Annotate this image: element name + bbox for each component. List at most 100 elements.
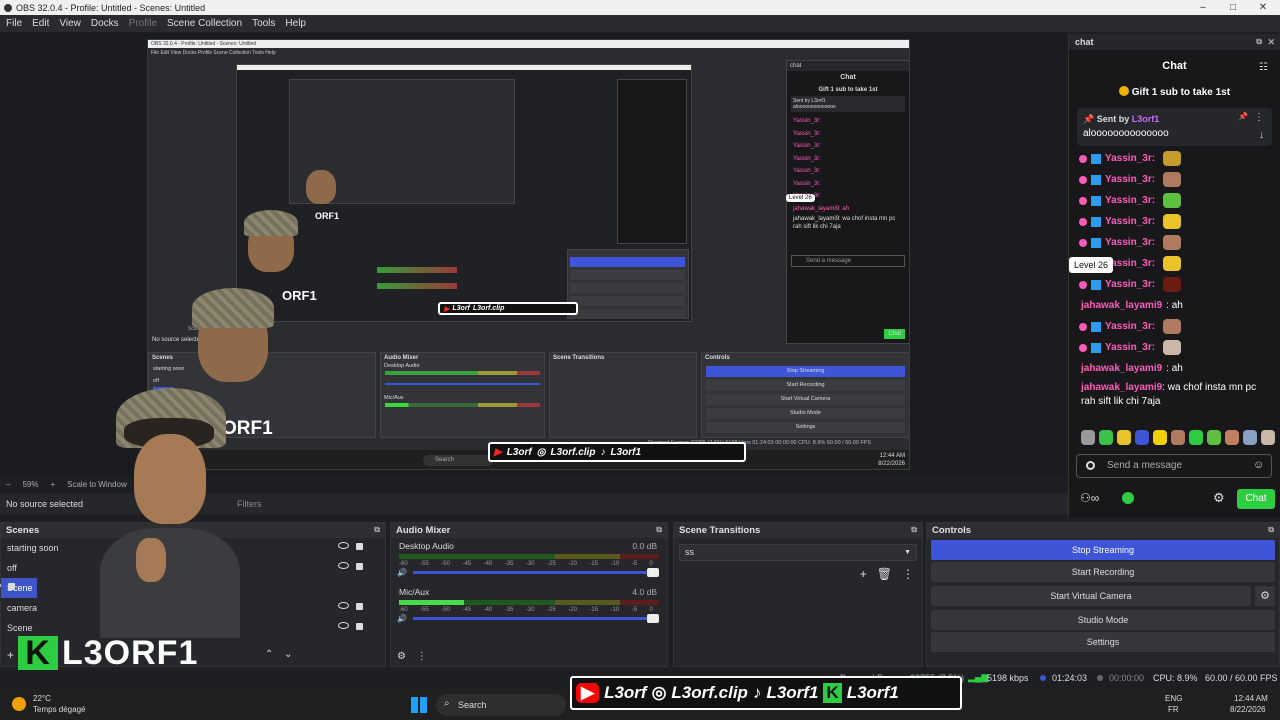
virtual-camera-settings-icon[interactable]: ⚙ [1255, 586, 1275, 606]
pinned-text: aloooooooooooooo [1083, 128, 1169, 139]
windows-start-icon[interactable] [411, 697, 427, 713]
chat-username[interactable]: Yassin_3r: [1105, 216, 1155, 227]
chat-settings-icon[interactable]: ⚙ [1213, 490, 1225, 506]
speaker-icon[interactable]: 🔊 [397, 614, 407, 623]
nested-level-tooltip: Level 26 [786, 194, 815, 202]
chat-username[interactable]: Yassin_3r: [1105, 237, 1155, 248]
emote-icon [1163, 340, 1182, 355]
mixer-settings-icon[interactable]: ⚙ [397, 651, 406, 662]
zoom-out-button[interactable]: – [6, 480, 10, 489]
chat-username[interactable]: Yassin_3r: [1105, 153, 1155, 164]
chat-send-button[interactable]: Chat [1237, 489, 1275, 509]
emote-icon [1163, 193, 1182, 208]
speaker-icon[interactable]: 🔊 [397, 568, 407, 577]
sub-badge-icon [1079, 217, 1087, 226]
points-icon[interactable]: ⚇∞ [1080, 491, 1099, 505]
lock-icon[interactable] [356, 623, 363, 630]
add-transition-icon[interactable]: + [860, 567, 867, 581]
eye-icon[interactable] [338, 542, 349, 549]
mixer-menu-icon[interactable]: ⋮ [417, 651, 427, 662]
pin-icon: 📌 [1083, 114, 1095, 124]
preview-canvas[interactable]: OBS 32.0.4 - Profile: Untitled - Scenes:… [147, 39, 910, 470]
menu-profile[interactable]: Profile [129, 18, 157, 29]
unpin-icon[interactable]: 📌 [1238, 112, 1248, 121]
expand-icon[interactable]: ↓ [1259, 130, 1264, 141]
chat-username[interactable]: Yassin_3r: [1105, 174, 1155, 185]
dock-popout-icon[interactable]: ⧉ [1268, 525, 1274, 535]
menu-help[interactable]: Help [285, 18, 306, 29]
filters-button[interactable]: Filters [237, 499, 262, 509]
eye-icon[interactable] [338, 562, 349, 569]
lock-icon[interactable] [356, 563, 363, 570]
transition-select[interactable]: ss ▼ [679, 544, 917, 561]
lang-fr[interactable]: FR [1168, 705, 1179, 714]
chat-username[interactable]: jahawak_layami9 [1081, 382, 1162, 393]
move-up-icon[interactable]: ⌃ [265, 649, 273, 660]
lock-icon[interactable] [8, 583, 15, 590]
menu-scene-collection[interactable]: Scene Collection [167, 18, 242, 29]
eye-icon[interactable] [0, 582, 1, 589]
lock-icon[interactable] [356, 603, 363, 610]
dock-popout-icon[interactable]: ⧉ [656, 525, 662, 535]
clock-date[interactable]: 8/22/2026 [1230, 705, 1266, 714]
users-icon[interactable]: ☷ [1259, 62, 1268, 73]
stop-streaming-button[interactable]: Stop Streaming [931, 540, 1275, 560]
weather-text: Temps dégagé [33, 705, 86, 714]
trash-icon[interactable]: 🗑 [877, 567, 892, 581]
chat-message: Yassin_3r: [1069, 232, 1280, 253]
close-button[interactable]: ✕ [1248, 0, 1278, 15]
lock-icon[interactable] [356, 543, 363, 550]
volume-fader[interactable] [413, 568, 659, 577]
clock-time[interactable]: 12:44 AM [1234, 694, 1268, 703]
menu-tools[interactable]: Tools [252, 18, 275, 29]
gift-banner[interactable]: Gift 1 sub to take 1st [1069, 86, 1280, 98]
nested-no-source: No source selected [152, 337, 204, 343]
channel-points-icon[interactable] [1122, 492, 1134, 504]
taskbar-search[interactable]: Search [436, 694, 566, 716]
chat-input[interactable]: Send a message [1076, 454, 1272, 478]
menu-view[interactable]: View [59, 18, 81, 29]
chat-text: : ah [1166, 363, 1183, 374]
lang-eng[interactable]: ENG [1165, 694, 1182, 703]
menu-docks[interactable]: Docks [91, 18, 119, 29]
chat-title: Chat [1162, 60, 1187, 72]
scale-tick: -35 [504, 561, 514, 567]
chat-username[interactable]: Yassin_3r: [1105, 321, 1155, 332]
chat-username[interactable]: jahawak_layami9 [1081, 363, 1162, 374]
fader-knob[interactable] [647, 568, 659, 577]
emote-bar [1081, 430, 1275, 445]
dock-popout-icon[interactable]: ⧉ [374, 525, 380, 535]
close-icon[interactable]: ✕ [1267, 37, 1275, 48]
transition-menu-icon[interactable]: ⋮ [902, 567, 914, 581]
menu-edit[interactable]: Edit [32, 18, 49, 29]
emoji-icon[interactable]: ☺ [1253, 459, 1264, 471]
chat-username[interactable]: Yassin_3r: [1105, 342, 1155, 353]
scene-item-label: starting soon [7, 543, 59, 553]
add-scene-button[interactable]: + [7, 648, 14, 662]
move-down-icon[interactable]: ⌄ [284, 649, 292, 660]
chat-username[interactable]: Yassin_3r: [1105, 195, 1155, 206]
mixer-toolbar: ⚙ ⋮ [397, 651, 427, 662]
pinned-menu-icon[interactable]: ⋮ [1254, 112, 1264, 123]
eye-icon[interactable] [338, 602, 349, 609]
dock-popout-icon[interactable]: ⧉ [911, 525, 917, 535]
volume-fader[interactable] [413, 614, 659, 623]
eye-icon[interactable] [338, 622, 349, 629]
menu-file[interactable]: File [6, 18, 22, 29]
scene-item[interactable]: Scene [0, 578, 37, 598]
chat-dock: chat ⧉ ✕ Chat ☷ Gift 1 sub to take 1st 📌… [1068, 34, 1280, 518]
zoom-in-button[interactable]: + [50, 480, 55, 489]
minimize-button[interactable]: – [1188, 0, 1218, 15]
fader-knob[interactable] [647, 614, 659, 623]
chat-username[interactable]: Yassin_3r: [1105, 279, 1155, 290]
start-virtual-camera-button[interactable]: Start Virtual Camera [931, 586, 1251, 606]
controls-dock: Controls ⧉ Stop Streaming Start Recording… [926, 522, 1280, 667]
settings-button[interactable]: Settings [931, 632, 1275, 652]
chat-username[interactable]: jahawak_layami9 [1081, 300, 1162, 311]
dock-popout-icon[interactable]: ⧉ [1256, 37, 1262, 47]
studio-mode-button[interactable]: Studio Mode [931, 610, 1275, 630]
scale-tick: -55 [420, 561, 429, 567]
maximize-button[interactable]: □ [1218, 0, 1248, 15]
start-recording-button[interactable]: Start Recording [931, 562, 1275, 582]
nested-chat-line: Yassin_3r: [793, 143, 821, 149]
